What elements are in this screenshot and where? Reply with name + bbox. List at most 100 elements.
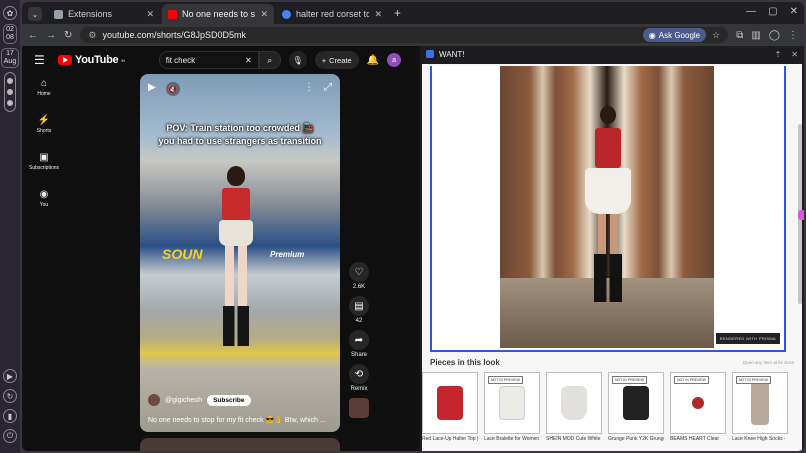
piece-card[interactable]: NOT IN PREVIEW Grunge Punk Y2K Grunge [608, 372, 664, 442]
voice-search-button[interactable]: 🎙 [288, 51, 307, 69]
launcher-icon[interactable]: ✿ [3, 6, 17, 20]
tab-extensions[interactable]: Extensions ✕ [48, 4, 160, 24]
nav-you[interactable]: ◉ You [40, 189, 49, 208]
address-bar[interactable]: ⚙ youtube.com/shorts/G8JpSD0D5mk ◉ Ask Go… [80, 27, 729, 43]
want-content: RENDERED WITH PRISMA Pieces in this look… [422, 64, 804, 451]
audio-thumbnail [349, 398, 369, 418]
nav-shorts[interactable]: ⚡ Shorts [37, 115, 51, 134]
workspace-switcher[interactable] [4, 72, 16, 112]
shorts-actions: ♡ 2.6K ▤ 42 ➦ Share ⟲ Remix [346, 262, 372, 418]
close-panel-icon[interactable]: ✕ [791, 50, 798, 59]
close-tab-icon[interactable]: ✕ [260, 9, 268, 20]
close-tab-icon[interactable]: ✕ [146, 9, 154, 20]
skirt-thumb [561, 386, 587, 420]
profile-icon[interactable]: ◯ [769, 30, 780, 41]
youtube-icon [168, 9, 177, 19]
not-in-preview-tag: NOT IN PREVIEW [674, 376, 709, 384]
power-icon[interactable]: ⏻ [3, 429, 17, 443]
remix-button[interactable]: ⟲ Remix [349, 364, 369, 392]
side-panel-icon[interactable]: ▥ [751, 30, 760, 41]
more-options-icon[interactable]: ⋮ [304, 82, 314, 96]
clear-search-icon[interactable]: ✕ [245, 56, 252, 65]
piece-card[interactable]: NOT IN PREVIEW Lace Knee High Socks - [732, 372, 788, 442]
piece-image [546, 372, 602, 434]
channel-row: @gigicheoh Subscribe [148, 394, 251, 406]
piece-label: Grunge Punk Y2K Grunge [608, 436, 664, 442]
clock: 02 08 [3, 24, 17, 44]
like-button[interactable]: ♡ 2.6K [349, 262, 369, 290]
account-avatar[interactable]: a [387, 53, 402, 67]
youtube-header: ☰ YouTube IN fit check ✕ ⌕ 🎙 + Create 🔔 a [24, 46, 416, 74]
bookmark-star-icon[interactable]: ☆ [712, 30, 720, 41]
sound-thumbnail[interactable] [349, 398, 369, 418]
nav-home[interactable]: ⌂ Home [37, 78, 50, 97]
new-tab-button[interactable]: + [394, 6, 401, 20]
close-tab-icon[interactable]: ✕ [374, 9, 382, 20]
play-icon[interactable]: ▶ [3, 369, 17, 383]
look-photo [500, 66, 714, 348]
window-controls: — ▢ ✕ [746, 6, 798, 17]
piece-card[interactable]: NOT IN PREVIEW Lace Bralette for Women [484, 372, 540, 442]
not-in-preview-tag: NOT IN PREVIEW [736, 376, 771, 384]
create-button[interactable]: + Create [314, 51, 359, 69]
piece-image: NOT IN PREVIEW [732, 372, 788, 434]
play-pause-icon[interactable]: ▶ [148, 82, 156, 96]
tab-google-search[interactable]: halter red corset top - G ✕ [276, 4, 388, 24]
tab-label: Extensions [68, 9, 113, 19]
notifications-bell-icon[interactable]: 🔔 [367, 55, 379, 66]
piece-card[interactable]: Red Lace-Up Halter Top | [422, 372, 478, 442]
share-button[interactable]: ➦ Share [349, 330, 369, 358]
refresh-icon[interactable]: ↻ [3, 389, 17, 403]
plus-icon: + [321, 55, 327, 65]
tab-label: No one needs to stop fo [182, 9, 256, 19]
piece-label: BEAMS HEART Clear [670, 436, 719, 442]
tab-youtube-short[interactable]: No one needs to stop fo ✕ [162, 4, 274, 24]
extensions-icon[interactable]: ⧉ [736, 30, 743, 41]
comment-button[interactable]: ▤ 42 [349, 296, 369, 324]
browser-window: ⌄ Extensions ✕ No one needs to stop fo ✕… [22, 2, 804, 451]
pieces-list: Red Lace-Up Halter Top | NOT IN PREVIEW … [422, 372, 802, 442]
fullscreen-icon[interactable]: ⤢ [324, 82, 332, 96]
nav-subscriptions[interactable]: ▣ Subscriptions [29, 152, 59, 171]
piece-card[interactable]: SHEIN MOD Cute White [546, 372, 602, 442]
video-title[interactable]: No one needs to stop for my fit check 😎👌… [148, 416, 326, 424]
create-label: Create [329, 55, 352, 65]
subscribe-button[interactable]: Subscribe [207, 394, 251, 406]
lens-icon: ◉ [648, 30, 656, 40]
google-icon [282, 9, 291, 19]
back-icon[interactable]: ← [28, 30, 38, 41]
piece-card[interactable]: NOT IN PREVIEW BEAMS HEART Clear [670, 372, 726, 442]
menu-kebab-icon[interactable]: ⋮ [788, 30, 798, 41]
forward-icon[interactable]: → [46, 30, 56, 41]
home-icon: ⌂ [40, 78, 48, 89]
hamburger-menu-icon[interactable]: ☰ [34, 53, 50, 67]
youtube-page: ☰ YouTube IN fit check ✕ ⌕ 🎙 + Create 🔔 a ⌂… [24, 46, 416, 451]
search-button[interactable]: ⌕ [258, 51, 281, 69]
minimize-icon[interactable]: — [746, 6, 756, 17]
channel-avatar[interactable] [148, 394, 160, 406]
close-window-icon[interactable]: ✕ [790, 6, 798, 17]
site-info-icon[interactable]: ⚙ [88, 30, 96, 41]
channel-name[interactable]: @gigicheoh [165, 397, 202, 404]
maximize-icon[interactable]: ▢ [768, 6, 777, 17]
tab-search-icon[interactable]: ⌄ [28, 7, 42, 21]
pin-icon[interactable]: ⇡ [775, 50, 782, 59]
panel-side-tab[interactable] [798, 210, 804, 220]
caption-line: you had to use strangers as transition [158, 136, 322, 146]
mute-icon[interactable]: 🔇 [165, 82, 180, 96]
youtube-logo-text: YouTube [75, 54, 119, 66]
youtube-logo[interactable]: YouTube IN [58, 54, 125, 66]
ask-google-button[interactable]: ◉ Ask Google [642, 28, 707, 42]
reload-icon[interactable]: ↻ [64, 30, 72, 41]
desktop: ✿ 02 08 17 Aug ▶ ↻ ▮ ⏻ ⌄ Extensions ✕ No o… [0, 0, 806, 453]
remix-label: Remix [350, 386, 368, 392]
shorts-video-player[interactable]: ▶ 🔇 ⋮ ⤢ POV: Train station too crowded 🚂… [140, 74, 340, 432]
comment-icon: ▤ [349, 296, 369, 316]
next-short-preview[interactable] [140, 438, 340, 451]
search-input[interactable]: fit check ✕ [158, 51, 259, 69]
remix-icon: ⟲ [349, 364, 369, 384]
piece-label: Lace Bralette for Women [484, 436, 540, 442]
photo-person-figure [585, 106, 631, 336]
pieces-title: Pieces in this look [430, 358, 500, 367]
piece-image [422, 372, 478, 434]
